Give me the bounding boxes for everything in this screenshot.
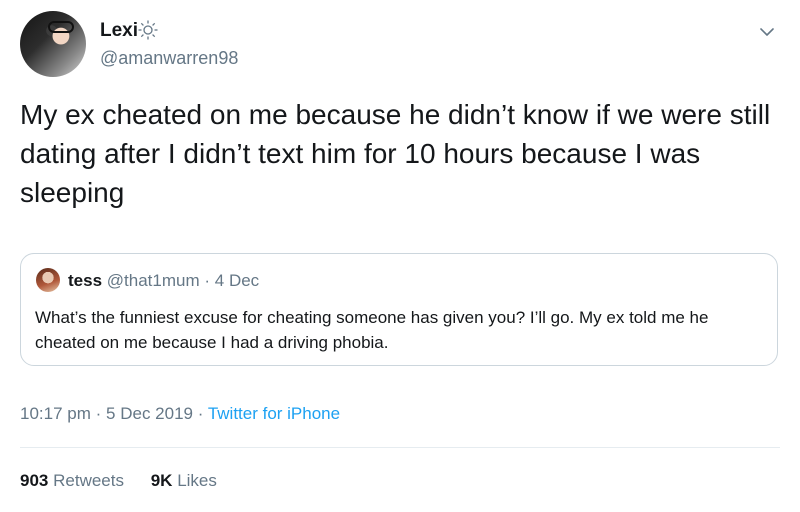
tweet-date[interactable]: 5 Dec 2019 xyxy=(106,404,193,423)
chevron-down-icon[interactable] xyxy=(759,24,775,40)
quoted-tweet-text: What’s the funniest excuse for cheating … xyxy=(35,308,709,352)
likes-count: 9K xyxy=(150,471,173,490)
author-avatar[interactable] xyxy=(20,11,86,77)
quoted-tweet-date[interactable]: 4 Dec xyxy=(215,271,259,290)
likes-label: Likes xyxy=(177,471,217,490)
divider xyxy=(20,447,780,448)
quoted-separator: · xyxy=(204,271,211,290)
glasses-decoration xyxy=(48,21,74,33)
author-display-name[interactable]: Lexi xyxy=(100,19,138,43)
meta-separator: · xyxy=(197,404,204,423)
quoted-tweet[interactable]: tess @that1mum · 4 Dec What’s the funnie… xyxy=(20,253,778,366)
quoted-tweet-header: tess @that1mum · 4 Dec xyxy=(68,271,259,291)
tweet-text: My ex cheated on me because he didn’t kn… xyxy=(20,99,771,208)
quoted-author-avatar[interactable] xyxy=(36,268,60,292)
likes-stat[interactable]: 9K Likes xyxy=(151,470,217,492)
retweets-stat[interactable]: 903 Retweets xyxy=(20,470,124,492)
retweets-label: Retweets xyxy=(53,471,124,490)
author-handle[interactable]: @amanwarren98 xyxy=(100,47,238,69)
tweet-meta: 10:17 pm · 5 Dec 2019 · Twitter for iPho… xyxy=(20,403,340,425)
tweet-time[interactable]: 10:17 pm xyxy=(20,404,91,423)
tweet-stats: 903 Retweets 9K Likes xyxy=(20,470,239,492)
retweets-count: 903 xyxy=(20,471,49,490)
sun-outline-icon xyxy=(138,20,158,40)
quoted-author-name[interactable]: tess xyxy=(68,271,102,290)
meta-separator: · xyxy=(95,404,102,423)
tweet: Lexi @amanwarren98 My ex cheated on me b… xyxy=(0,0,800,512)
quoted-author-handle[interactable]: @that1mum xyxy=(107,271,200,290)
tweet-source-link[interactable]: Twitter for iPhone xyxy=(208,404,340,423)
